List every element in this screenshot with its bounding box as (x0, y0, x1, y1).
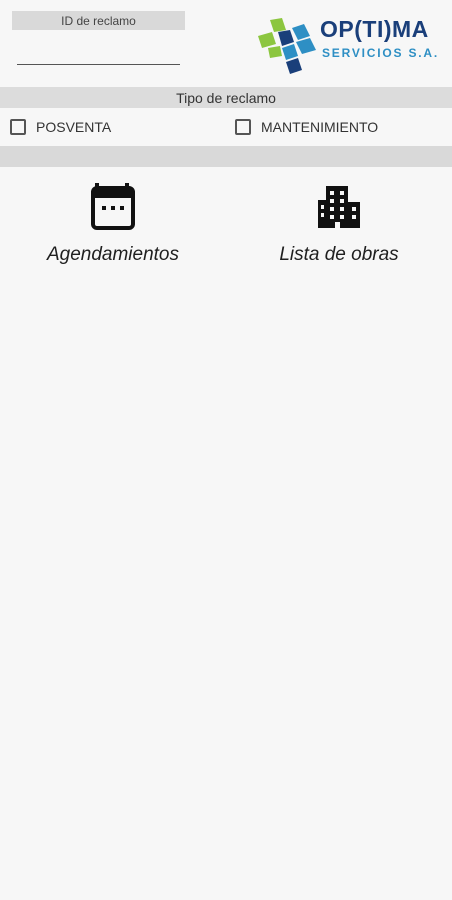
building-icon (318, 186, 360, 228)
calendar-icon (91, 183, 135, 230)
checkbox-posventa-box[interactable] (10, 119, 26, 135)
logo-mark-icon (258, 18, 316, 74)
claim-type-header: Tipo de reclamo (0, 87, 452, 108)
claim-id-input[interactable] (17, 38, 180, 65)
logo-subtitle: SERVICIOS S.A. (322, 46, 440, 60)
checkbox-mantenimiento-box[interactable] (235, 119, 251, 135)
checkbox-mantenimiento-label: MANTENIMIENTO (261, 119, 379, 135)
company-logo: OP(TI)MA SERVICIOS S.A. (256, 14, 446, 76)
claim-id-label: ID de reclamo (12, 11, 185, 30)
checkbox-mantenimiento[interactable]: MANTENIMIENTO (235, 116, 378, 138)
lista-de-obras-label: Lista de obras (279, 244, 399, 265)
logo-title: OP(TI)MA (320, 16, 429, 42)
agendamientos-button[interactable]: Agendamientos (28, 182, 198, 282)
checkbox-posventa-label: POSVENTA (36, 119, 112, 135)
checkbox-posventa[interactable]: POSVENTA (10, 116, 111, 138)
agendamientos-label: Agendamientos (46, 244, 180, 265)
lista-de-obras-button[interactable]: Lista de obras (254, 182, 424, 282)
section-divider (0, 146, 452, 167)
